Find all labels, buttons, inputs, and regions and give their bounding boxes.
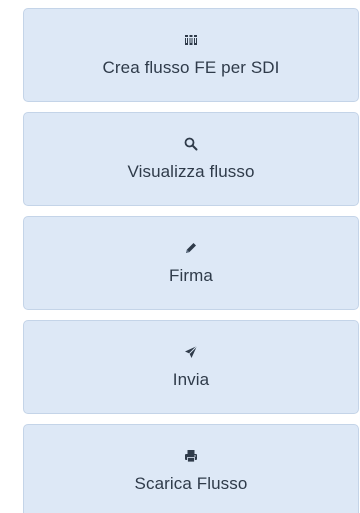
sign-label: Firma [169, 266, 213, 285]
sign-button[interactable]: Firma [23, 216, 359, 310]
action-list: Crea flusso FE per SDI Visualizza flusso… [0, 0, 360, 513]
send-button[interactable]: Invia [23, 320, 359, 414]
create-fe-flow-button[interactable]: Crea flusso FE per SDI [23, 8, 359, 102]
pencil-icon [183, 240, 199, 256]
send-label: Invia [172, 370, 210, 389]
send-icon [183, 344, 199, 360]
view-flow-label: Visualizza flusso [127, 162, 255, 181]
view-flow-button[interactable]: Visualizza flusso [23, 112, 359, 206]
search-icon [183, 136, 199, 152]
print-icon [183, 448, 199, 464]
download-flow-label: Scarica Flusso [134, 474, 248, 493]
create-fe-flow-label: Crea flusso FE per SDI [102, 58, 280, 77]
download-flow-button[interactable]: Scarica Flusso [23, 424, 359, 513]
barcode-icon [183, 32, 199, 48]
